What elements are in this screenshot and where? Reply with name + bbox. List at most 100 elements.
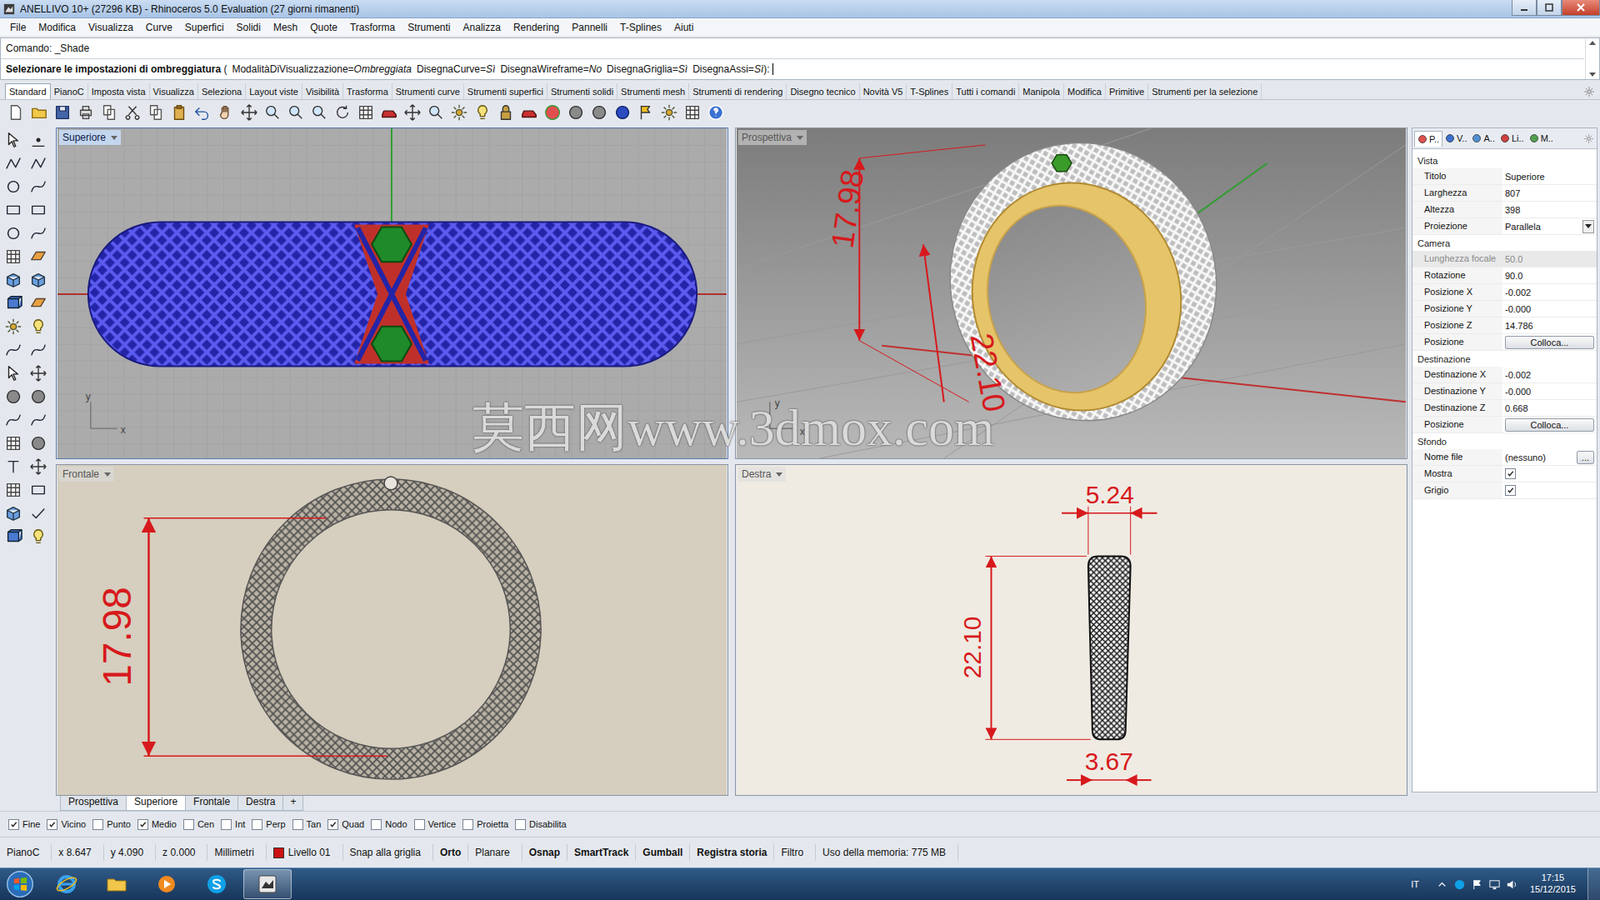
viewport[interactable]: yxSuperiore [55,127,729,460]
viewport[interactable]: 17.9822.10yxProspettiva [735,127,1408,460]
osnap-checkbox[interactable]: Perp [251,819,285,830]
help-icon[interactable] [706,103,725,122]
property-checkbox[interactable] [1505,485,1516,496]
gear-icon[interactable] [1583,133,1595,145]
zoom-icon[interactable] [263,103,282,122]
toolbar-tab[interactable]: Strumenti per la selezione [1148,83,1262,100]
menu-item[interactable]: Rendering [506,20,565,35]
zoom-icon[interactable] [426,103,445,122]
status-item[interactable]: SmartTrack [567,844,636,861]
volume-icon[interactable] [1505,878,1519,891]
viewport-title[interactable]: Frontale [59,466,115,482]
status-item[interactable]: x 8.647 [51,844,104,861]
menu-item[interactable]: Pannelli [565,20,614,35]
osnap-checkbox[interactable]: Vicino [46,819,86,830]
curve-icon[interactable] [29,340,48,360]
menu-item[interactable]: Solidi [230,20,267,35]
show-hidden-icons-icon[interactable] [1435,878,1449,891]
osnap-checkbox[interactable]: Punto [92,819,131,830]
property-value[interactable]: 398 [1505,205,1520,215]
viewport-title[interactable]: Destra [738,466,786,482]
command-option[interactable]: DisegnaWireframe=No [500,63,602,75]
explorer-task-button[interactable] [93,870,140,899]
command-scrollbar[interactable] [1585,38,1600,80]
grid-icon[interactable] [4,247,23,266]
text-icon[interactable] [4,457,23,476]
property-dropdown[interactable]: Parallela [1505,221,1581,232]
property-value[interactable]: 807 [1505,188,1520,199]
grid-icon[interactable] [356,103,375,122]
rect-icon[interactable] [29,200,48,220]
menu-item[interactable]: Modifica [31,20,82,35]
command-option[interactable]: DisegnaAssi=Sì [692,63,764,75]
rect-icon[interactable] [29,480,48,500]
property-row[interactable]: PosizioneColloca... [1412,416,1597,434]
sphere-icon[interactable] [29,434,48,453]
skype-task-button[interactable] [193,870,240,899]
toolbar-tab[interactable]: T-Splines [906,83,953,100]
toolbar-tab[interactable]: Primitive [1105,83,1149,100]
property-value[interactable]: -0.000 [1505,304,1531,315]
language-indicator[interactable]: IT [1410,879,1420,890]
start-button[interactable] [0,868,40,900]
property-checkbox[interactable] [1505,468,1516,480]
property-value[interactable]: -0.002 [1505,370,1531,380]
status-item[interactable]: Snap alla griglia [343,844,434,861]
move-icon[interactable] [403,103,422,122]
toolbar-tab[interactable]: Standard [5,83,51,100]
menu-item[interactable]: Quote [303,20,344,35]
property-value[interactable]: Superiore [1505,171,1545,182]
toolbar-tab[interactable]: Visualizza [150,83,199,100]
rect-icon[interactable] [4,200,23,220]
box-icon[interactable] [4,504,23,523]
property-row[interactable]: Destinazione Z0.668 [1412,400,1597,417]
property-row[interactable]: Larghezza807 [1412,185,1597,202]
property-value[interactable]: 50.0 [1505,254,1523,265]
car-icon[interactable] [520,103,539,122]
toolbar-tab[interactable]: PianoC [50,83,89,100]
bulb-icon[interactable] [473,103,492,122]
property-row[interactable]: Destinazione X-0.002 [1412,366,1597,384]
action-center-flag-icon[interactable] [1470,878,1484,891]
property-value[interactable]: 14.786 [1505,320,1534,331]
toolbar-tab[interactable]: Strumenti mesh [617,83,690,100]
folder-icon[interactable] [30,103,49,122]
skype-tray-icon[interactable] [1453,878,1466,891]
status-item[interactable]: Registra storia [690,844,775,861]
menu-item[interactable]: File [3,20,32,35]
curve-icon[interactable] [29,410,48,430]
menu-item[interactable]: Superfici [178,20,230,35]
hand-icon[interactable] [216,103,235,122]
toolbar-tab[interactable]: Trasforma [343,83,393,100]
property-row[interactable]: Lunghezza focale50.0 [1412,250,1597,268]
command-option[interactable]: DisegnaGriglia=Sì [606,63,688,75]
polyline-icon[interactable] [29,154,48,173]
osnap-checkbox[interactable]: Nodo [370,819,407,830]
panel-tab[interactable]: P.. [1414,130,1443,147]
property-value[interactable]: -0.002 [1505,287,1531,298]
flag-icon[interactable] [636,103,655,122]
panel-tab[interactable]: Li.. [1497,130,1527,146]
status-item[interactable]: PianoC [0,844,52,861]
zoom-icon[interactable] [310,103,329,122]
network-icon[interactable] [1488,878,1501,891]
toolbar-tab[interactable]: Strumenti solidi [547,83,618,100]
wheel-icon[interactable] [543,103,562,122]
menu-item[interactable]: Curve [139,20,179,35]
property-value[interactable]: 90.0 [1505,270,1523,281]
undo-icon[interactable] [193,103,212,122]
bulb-icon[interactable] [29,527,48,546]
grid-icon[interactable] [4,480,23,500]
printer-icon[interactable] [76,103,95,122]
status-item[interactable]: Gumball [635,844,690,861]
curve-icon[interactable] [4,410,23,430]
solid-icon[interactable] [4,527,23,546]
floppy-icon[interactable] [53,103,72,122]
move-icon[interactable] [29,364,48,383]
zoom-icon[interactable] [286,103,305,122]
clipboard-icon[interactable] [170,103,189,122]
show-desktop-button[interactable] [1587,868,1600,900]
status-item[interactable]: Millimetri [207,844,266,861]
gear-icon[interactable] [450,103,469,122]
status-item[interactable]: z 0.000 [155,844,208,861]
